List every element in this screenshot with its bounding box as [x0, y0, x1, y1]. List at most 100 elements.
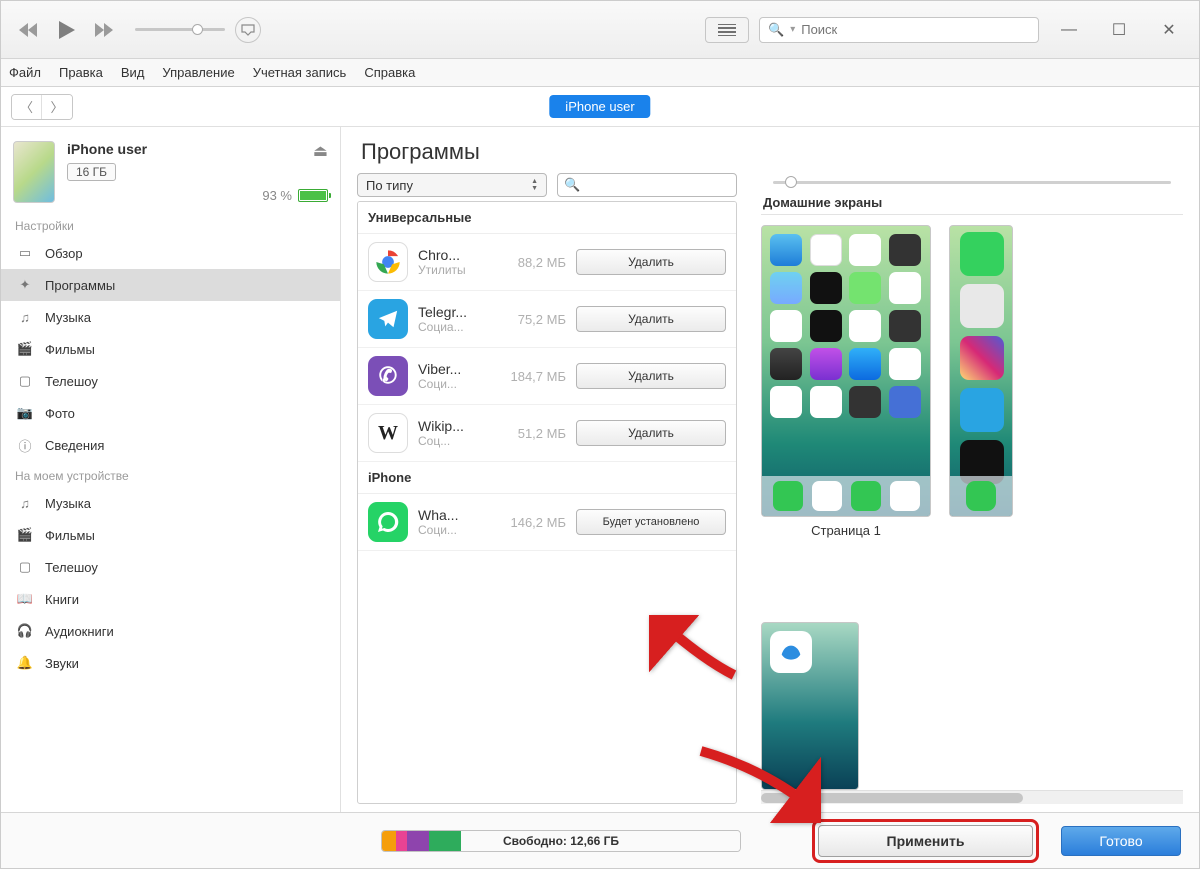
- sidebar-ondevice-music[interactable]: ♫Музыка: [1, 487, 340, 519]
- horizontal-scrollbar[interactable]: [761, 790, 1183, 804]
- bottom-bar: Свободно: 12,66 ГБ Применить Готово: [1, 812, 1199, 868]
- sort-dropdown[interactable]: По типу ▲▼: [357, 173, 547, 197]
- app-install-button[interactable]: Будет установлено: [576, 509, 726, 535]
- zoom-slider[interactable]: [761, 173, 1183, 191]
- device-tab[interactable]: iPhone user: [549, 95, 650, 118]
- search-input[interactable]: [801, 22, 1030, 37]
- sort-label: По типу: [366, 178, 413, 193]
- sidebar-section-device: На моем устройстве: [1, 461, 340, 487]
- search-box[interactable]: 🔍 ▾: [759, 17, 1039, 43]
- sidebar-item-tv[interactable]: ▢Телешоу: [1, 365, 340, 397]
- overview-icon: ▭: [15, 243, 35, 263]
- battery-percent: 93 %: [262, 188, 292, 203]
- app-row[interactable]: Chro...Утилиты 88,2 МБ Удалить: [358, 234, 736, 291]
- app-remove-button[interactable]: Удалить: [576, 249, 726, 275]
- menu-account[interactable]: Учетная запись: [253, 65, 347, 80]
- sidebar-item-info[interactable]: ⓘСведения: [1, 429, 340, 461]
- nav-back-button[interactable]: 〈: [12, 95, 42, 119]
- apply-button-highlight: Применить: [812, 819, 1039, 863]
- prev-track-button[interactable]: [11, 16, 47, 44]
- wallet-icon: [770, 348, 802, 380]
- messages-icon: [851, 481, 881, 511]
- app-row[interactable]: Wha...Соци... 146,2 МБ Будет установлено: [358, 494, 736, 551]
- sidebar-item-photos[interactable]: 📷Фото: [1, 397, 340, 429]
- apply-button[interactable]: Применить: [818, 825, 1033, 857]
- app-search-box[interactable]: 🔍: [557, 173, 737, 197]
- capacity-bar: Свободно: 12,66 ГБ: [381, 830, 741, 852]
- sidebar-item-apps[interactable]: ✦Программы: [1, 269, 340, 301]
- photo-icon: 📷: [15, 403, 35, 423]
- volume-slider[interactable]: [135, 28, 225, 31]
- sidebar-item-label: Фильмы: [45, 342, 95, 357]
- minimize-button[interactable]: —: [1049, 19, 1089, 41]
- sidebar-ondevice-tones[interactable]: 🔔Звуки: [1, 647, 340, 679]
- app-remove-button[interactable]: Удалить: [576, 420, 726, 446]
- wikipedia-icon: W: [368, 413, 408, 453]
- app-row[interactable]: ✆ Viber...Соци... 184,7 МБ Удалить: [358, 348, 736, 405]
- menu-help[interactable]: Справка: [364, 65, 415, 80]
- instagram-icon: [960, 336, 1004, 380]
- app-category: Соци...: [418, 523, 486, 537]
- apps-list[interactable]: Универсальные Chro...Утилиты 88,2 МБ Уда…: [357, 201, 737, 804]
- list-view-button[interactable]: [705, 17, 749, 43]
- app-search-input[interactable]: [580, 178, 730, 193]
- tones-icon: 🔔: [15, 653, 35, 673]
- sidebar-ondevice-movies[interactable]: 🎬Фильмы: [1, 519, 340, 551]
- sidebar-ondevice-audiobooks[interactable]: 🎧Аудиокниги: [1, 615, 340, 647]
- app-row[interactable]: Telegr...Социа... 75,2 МБ Удалить: [358, 291, 736, 348]
- movies-icon: 🎬: [15, 339, 35, 359]
- home-screen-page1[interactable]: [761, 225, 931, 517]
- app-section-universal: Универсальные: [358, 202, 736, 234]
- search-icon: 🔍: [768, 22, 784, 38]
- device-name: iPhone user: [67, 141, 250, 157]
- news-icon: [889, 272, 921, 304]
- nav-row: 〈 〉 iPhone user: [1, 87, 1199, 127]
- maximize-button[interactable]: ☐: [1099, 19, 1139, 41]
- menu-file[interactable]: Файл: [9, 65, 41, 80]
- weather-icon: [770, 272, 802, 304]
- sidebar-item-label: Телешоу: [45, 560, 98, 575]
- home-screen-new[interactable]: [761, 622, 859, 790]
- nav-forward-button[interactable]: 〉: [42, 95, 72, 119]
- menubar: Файл Правка Вид Управление Учетная запис…: [1, 59, 1199, 87]
- close-button[interactable]: ✕: [1149, 19, 1189, 41]
- phone-dock-icon: [966, 481, 996, 511]
- done-button[interactable]: Готово: [1061, 826, 1181, 856]
- eject-button[interactable]: ⏏: [313, 141, 328, 161]
- ibooks-icon: [889, 348, 921, 380]
- app-remove-button[interactable]: Удалить: [576, 306, 726, 332]
- sidebar-ondevice-tv[interactable]: ▢Телешоу: [1, 551, 340, 583]
- stocks-icon: [810, 310, 842, 342]
- menu-edit[interactable]: Правка: [59, 65, 103, 80]
- sidebar-item-label: Программы: [45, 278, 115, 293]
- sidebar-item-label: Фильмы: [45, 528, 95, 543]
- app-row[interactable]: W Wikip...Соц... 51,2 МБ Удалить: [358, 405, 736, 462]
- home-icon: [810, 386, 842, 418]
- phone-icon: [773, 481, 803, 511]
- app-category: Соц...: [418, 434, 486, 448]
- sidebar-item-label: Книги: [45, 592, 79, 607]
- menu-controls[interactable]: Управление: [162, 65, 234, 80]
- app-remove-button[interactable]: Удалить: [576, 363, 726, 389]
- next-track-button[interactable]: [87, 16, 123, 44]
- airplay-button[interactable]: [235, 17, 261, 43]
- folder-icon: [889, 386, 921, 418]
- reminders-icon: [849, 310, 881, 342]
- tv-icon: ▢: [15, 371, 35, 391]
- sidebar-ondevice-books[interactable]: 📖Книги: [1, 583, 340, 615]
- videos-icon: [889, 310, 921, 342]
- home-screen-page2-partial[interactable]: [949, 225, 1013, 517]
- play-button[interactable]: [49, 16, 85, 44]
- sidebar-item-movies[interactable]: 🎬 Фильмы: [1, 333, 340, 365]
- sidebar-item-music[interactable]: ♫Музыка: [1, 301, 340, 333]
- sidebar-item-label: Музыка: [45, 496, 91, 511]
- sidebar-section-settings: Настройки: [1, 211, 340, 237]
- photos-icon: [849, 234, 881, 266]
- app-size: 88,2 МБ: [496, 255, 566, 270]
- app-size: 184,7 МБ: [496, 369, 566, 384]
- device-thumbnail: [13, 141, 55, 203]
- search-icon: 🔍: [564, 177, 580, 193]
- sidebar-item-overview[interactable]: ▭Обзор: [1, 237, 340, 269]
- menu-view[interactable]: Вид: [121, 65, 145, 80]
- free-space-label: Свободно: 12,66 ГБ: [382, 834, 740, 848]
